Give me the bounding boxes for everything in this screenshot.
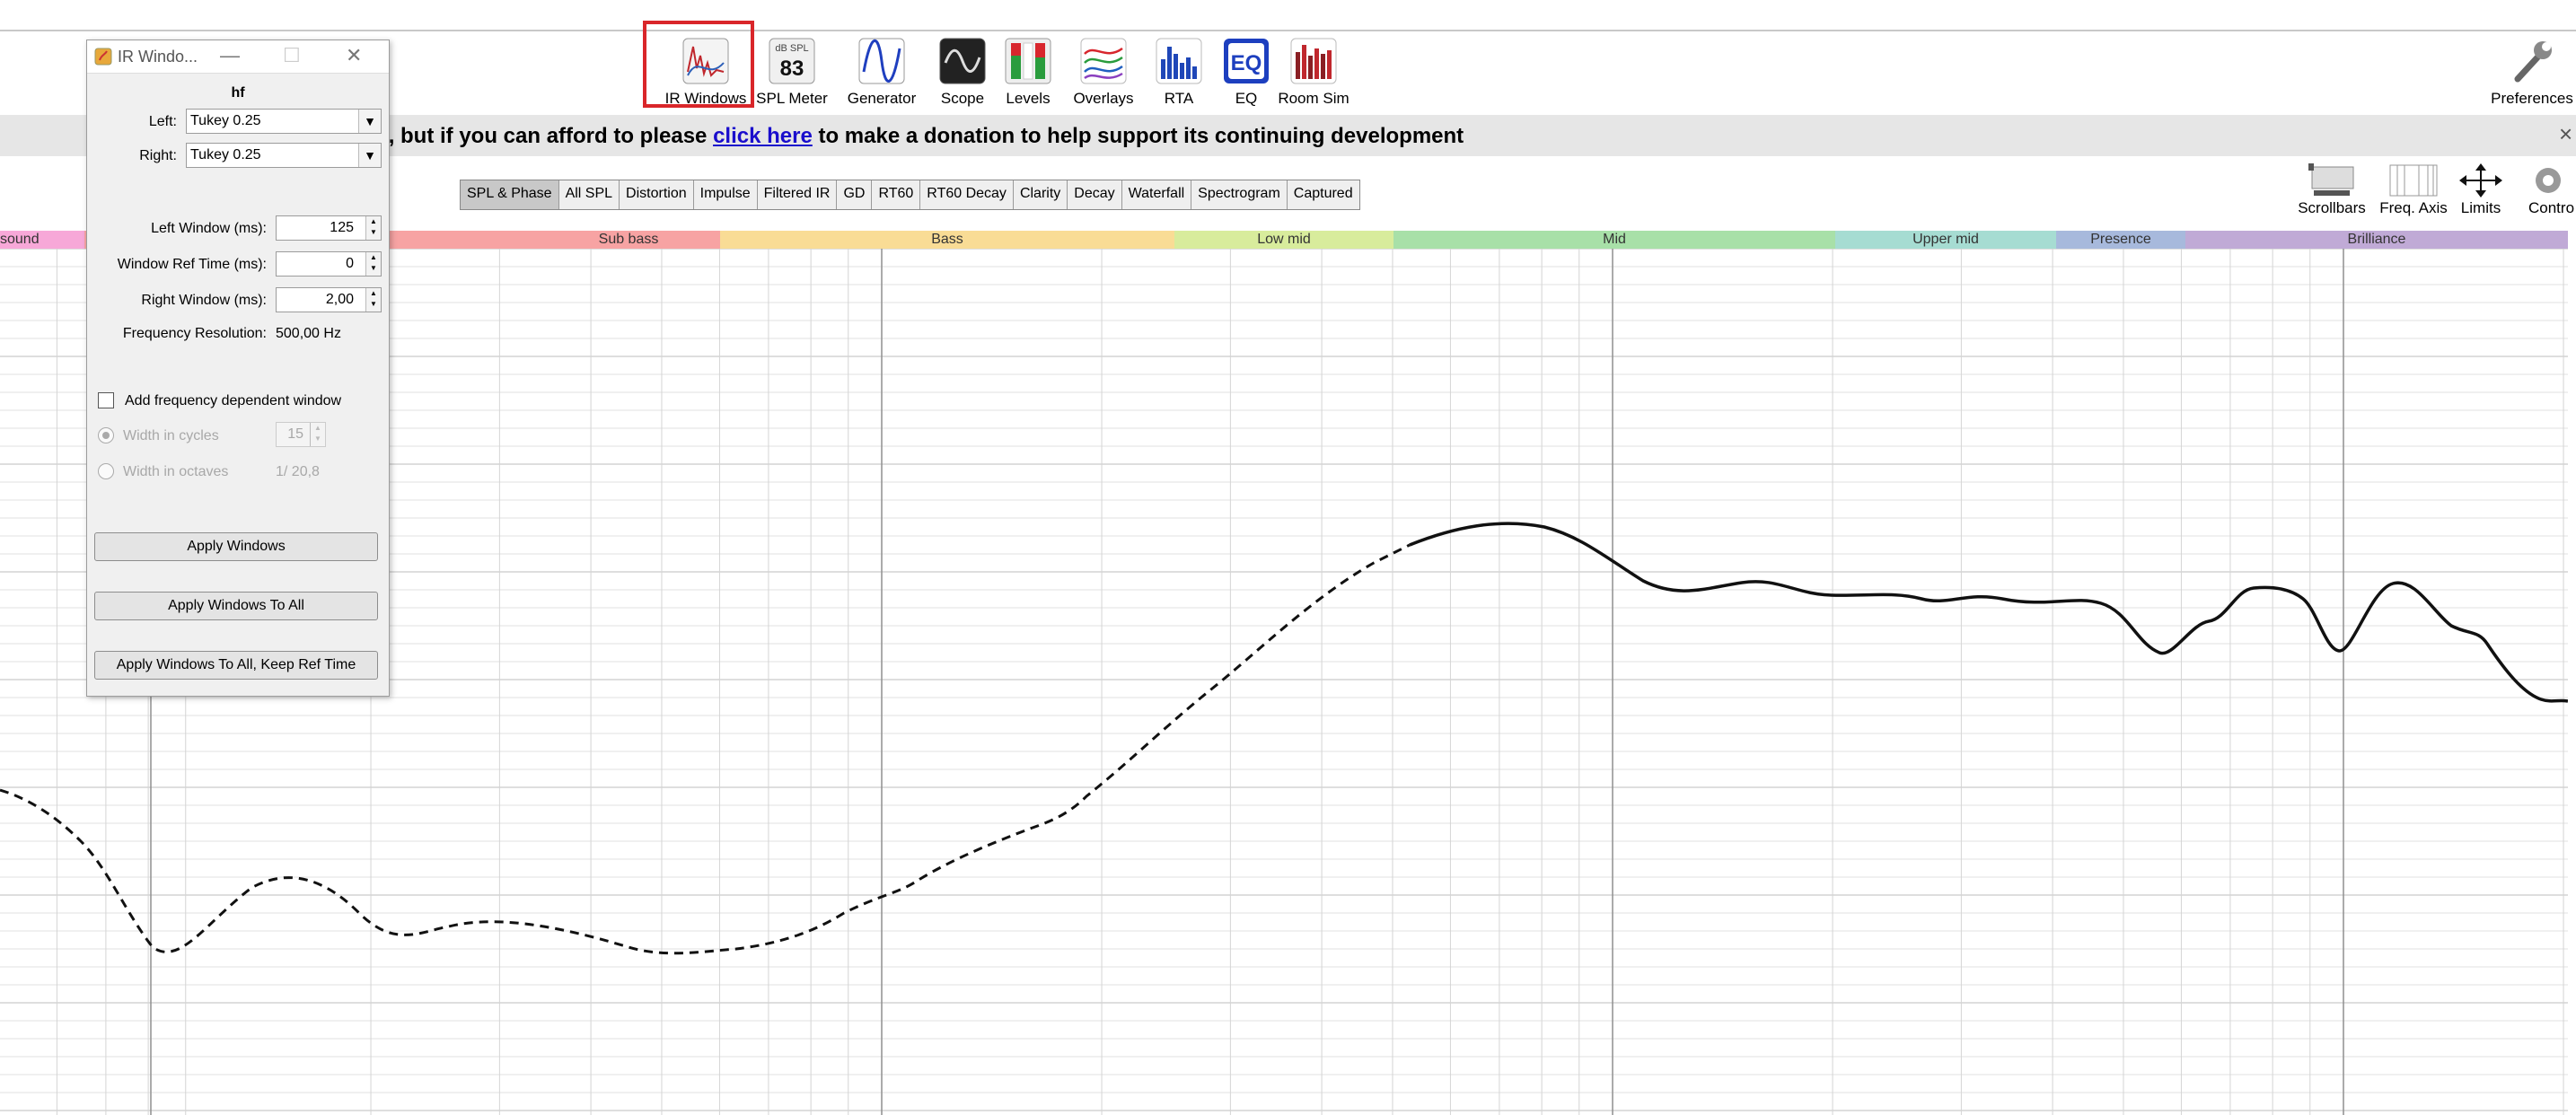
banner-close-icon[interactable]: × <box>2559 120 2572 148</box>
right-window-ms-label: Right Window (ms): <box>141 293 267 308</box>
left-window-ms-input[interactable]: 125 ▲ ▼ <box>276 215 382 241</box>
frequency-resolution-value: 500,00 Hz <box>276 326 341 341</box>
tab-all-spl[interactable]: All SPL <box>558 180 620 209</box>
room-sim-label: Room Sim <box>1278 90 1350 107</box>
band-upper-mid: Upper mid <box>1835 231 2056 249</box>
window-ref-time-label: Window Ref Time (ms): <box>117 257 267 272</box>
right-window-type-select[interactable]: Tukey 0.25 ▼ <box>186 143 382 168</box>
rta-icon <box>1156 38 1202 84</box>
ir-windows-highlight <box>643 21 754 108</box>
levels-label: Levels <box>1006 90 1051 107</box>
width-cycles-label: Width in cycles <box>123 428 219 443</box>
overlays-icon <box>1080 38 1127 84</box>
apply-windows-to-all-keep-ref-button[interactable]: Apply Windows To All, Keep Ref Time <box>94 651 378 680</box>
generator-icon <box>858 38 905 84</box>
overlays-label: Overlays <box>1073 90 1134 107</box>
band-sound: sound <box>0 231 84 249</box>
scope-icon <box>939 38 986 84</box>
width-cycles-radio <box>98 427 114 443</box>
preferences-button[interactable]: Preferences <box>2489 36 2575 108</box>
chevron-down-icon: ▼ <box>358 144 381 167</box>
measurement-name: hf <box>231 85 245 101</box>
toolbar-divider <box>0 30 2576 31</box>
band-bass: Bass <box>720 231 1174 249</box>
wrench-icon <box>2514 41 2552 83</box>
spl-meter-icon: dB SPL 83 <box>769 38 815 84</box>
donation-link[interactable]: click here <box>713 124 813 148</box>
add-fdw-checkbox[interactable] <box>98 392 114 408</box>
frequency-resolution-label: Frequency Resolution: <box>122 326 267 341</box>
tab-rt60[interactable]: RT60 <box>872 180 921 209</box>
tab-distortion[interactable]: Distortion <box>620 180 694 209</box>
svg-text:EQ: EQ <box>1231 51 1262 75</box>
levels-button[interactable]: Levels <box>985 36 1071 108</box>
tab-decay[interactable]: Decay <box>1068 180 1122 209</box>
freq-axis-icon <box>2389 164 2438 197</box>
spl-meter-button[interactable]: dB SPL 83 SPL Meter <box>749 36 835 108</box>
window-ref-time-input[interactable]: 0 ▲ ▼ <box>276 251 382 277</box>
spinner-arrows-icon[interactable]: ▲ ▼ <box>365 252 381 276</box>
overlays-button[interactable]: Overlays <box>1060 36 1147 108</box>
generator-button[interactable]: Generator <box>839 36 925 108</box>
eq-icon: EQ <box>1224 39 1269 83</box>
width-octaves-radio <box>98 463 114 479</box>
limits-icon <box>2459 163 2502 198</box>
minimize-icon[interactable]: — <box>220 44 240 67</box>
scrollbars-button[interactable]: Scrollbars <box>2291 162 2372 217</box>
left-window-type-select[interactable]: Tukey 0.25 ▼ <box>186 109 382 134</box>
spinner-arrows-icon: ▲ ▼ <box>310 423 325 446</box>
controls-button[interactable]: Controls <box>2514 162 2575 217</box>
tab-spl-phase[interactable]: SPL & Phase <box>461 180 559 209</box>
java-app-icon <box>94 48 112 66</box>
scrollbars-icon <box>2308 163 2354 196</box>
tab-impulse[interactable]: Impulse <box>693 180 758 209</box>
right-window-ms-input[interactable]: 2,00 ▲ ▼ <box>276 287 382 312</box>
band-low-mid: Low mid <box>1174 231 1394 249</box>
tab-waterfall[interactable]: Waterfall <box>1121 180 1192 209</box>
spinner-arrows-icon[interactable]: ▲ ▼ <box>365 216 381 240</box>
donation-banner-text: re, but if you can afford to please clic… <box>368 124 1464 148</box>
gear-icon <box>2536 168 2561 193</box>
generator-label: Generator <box>847 90 917 107</box>
tab-rt60-decay[interactable]: RT60 Decay <box>920 180 1014 209</box>
dialog-title: IR Windo... <box>118 48 198 66</box>
apply-windows-to-all-button[interactable]: Apply Windows To All <box>94 592 378 620</box>
left-window-ms-label: Left Window (ms): <box>151 221 267 236</box>
graph-tab-bar: SPL & Phase All SPL Distortion Impulse F… <box>460 180 1360 210</box>
tab-clarity[interactable]: Clarity <box>1013 180 1068 209</box>
svg-text:dB SPL: dB SPL <box>775 43 808 54</box>
tab-spectrogram[interactable]: Spectrogram <box>1191 180 1288 209</box>
room-sim-button[interactable]: Room Sim <box>1270 36 1357 108</box>
freq-axis-button[interactable]: Freq. Axis <box>2373 162 2454 217</box>
tab-captured[interactable]: Captured <box>1287 180 1359 209</box>
tab-gd[interactable]: GD <box>837 180 873 209</box>
limits-button[interactable]: Limits <box>2449 162 2512 217</box>
spinner-arrows-icon[interactable]: ▲ ▼ <box>365 288 381 312</box>
ir-windows-dialog: IR Windo... — ☐ ✕ hf Left: Tukey 0.25 ▼ … <box>86 40 390 697</box>
apply-windows-button[interactable]: Apply Windows <box>94 532 378 561</box>
spl-trace-solid <box>1409 522 2568 703</box>
width-octaves-label: Width in octaves <box>123 464 229 479</box>
svg-text:83: 83 <box>780 57 804 81</box>
maximize-icon: ☐ <box>283 44 301 66</box>
band-mid: Mid <box>1394 231 1835 249</box>
close-icon[interactable]: ✕ <box>346 44 362 67</box>
add-fdw-label: Add frequency dependent window <box>125 393 342 408</box>
left-window-type-label: Left: <box>148 114 177 129</box>
width-octaves-value: 1/ 20,8 <box>276 464 320 479</box>
preferences-label: Preferences <box>2491 90 2573 107</box>
chevron-down-icon: ▼ <box>358 110 381 133</box>
band-brilliance: Brilliance <box>2185 231 2568 249</box>
spl-meter-label: SPL Meter <box>756 90 828 107</box>
tab-filtered-ir[interactable]: Filtered IR <box>757 180 838 209</box>
right-window-type-label: Right: <box>139 148 177 163</box>
band-presence: Presence <box>2056 231 2185 249</box>
room-sim-icon <box>1290 38 1337 84</box>
levels-icon <box>1005 38 1051 84</box>
dialog-title-bar[interactable]: IR Windo... — ☐ ✕ <box>87 40 389 74</box>
width-cycles-input: 15 ▲ ▼ <box>276 422 326 447</box>
